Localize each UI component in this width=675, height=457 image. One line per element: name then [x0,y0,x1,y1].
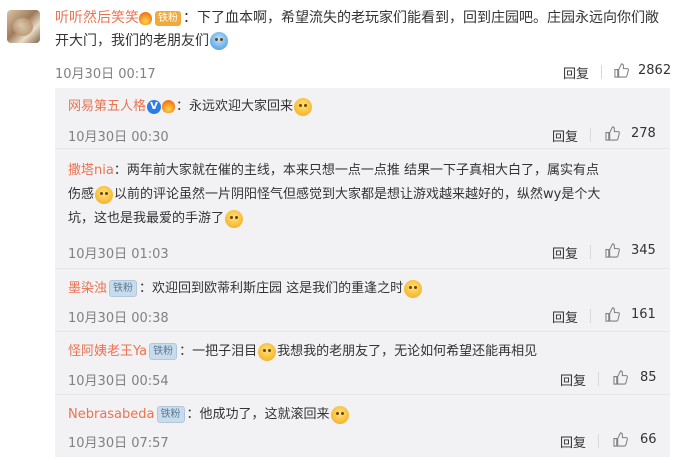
fire-badge-icon [162,100,176,113]
thumbs-up-icon[interactable] [613,432,628,447]
emoji-icon [294,97,313,116]
thumbs-up-icon[interactable] [613,370,628,385]
fire-badge-icon [139,11,152,25]
reply-text-b: 我想我的老朋友了，无论如何希望还能再相见 [277,344,538,359]
fan-badge: 铁粉 [156,406,185,423]
colon: ： [183,10,197,26]
list-item: 墨染浊 铁粉 ：欢迎回到欧蒂利斯庄园 这是我们的重逢之时 [68,277,423,301]
reply-text-line3: 坑，这也是我最爱的手游了 [68,211,225,226]
list-item: Nebrasabeda 铁粉 ：他成功了，这就滚回来 [68,403,350,427]
divider [55,268,670,269]
reply-username[interactable]: Nebrasabeda [68,407,155,422]
main-comment-body: 听听然后笑笑 铁粉 ：下了血本啊，希望流失的老玩家们能看到，回到庄园吧。庄园永远向你… [55,7,670,53]
list-item: 网易第五人格 V ：永远欢迎大家回来 [68,95,313,119]
divider [590,128,591,142]
fan-badge: 铁粉 [109,280,138,297]
emoji-icon [404,279,423,298]
reply-button[interactable]: 回复 [552,307,578,326]
reply-button[interactable]: 回复 [552,126,578,145]
divider [590,245,591,259]
colon: ： [179,344,193,359]
like-count: 278 [631,126,656,141]
divider [55,394,670,395]
thumbs-up-icon[interactable] [605,307,620,322]
reply-text: 欢迎回到欧蒂利斯庄园 这是我们的重逢之时 [152,281,404,296]
emoji-icon [95,185,114,204]
reply-date: 10月30日 00:54 [68,374,169,389]
reply-date: 10月30日 01:03 [68,247,169,262]
like-count: 66 [640,432,657,447]
like-count: 161 [631,307,656,322]
avatar[interactable] [7,10,40,43]
reply-username[interactable]: 怪阿姨老王Ya [68,344,147,359]
colon: ： [176,99,190,114]
main-comment-username[interactable]: 听听然后笑笑 [55,10,139,26]
replies-list: 网易第五人格 V ：永远欢迎大家回来 10月30日 00:30 回复 278 撒塔n… [55,88,670,457]
reply-text-line2b: 以前的评论虽然一片阴阳怪气但感觉到大家都是想让游戏越来越好的，纵然wy是个大 [114,187,601,202]
verified-icon: V [147,99,162,114]
thumbs-up-icon[interactable] [614,63,629,78]
colon: ： [186,407,200,422]
reply-date: 10月30日 00:38 [68,311,169,326]
reply-username[interactable]: 撒塔nia [68,163,114,178]
emoji-icon [225,209,244,228]
reply-date: 10月30日 07:57 [68,436,169,451]
reply-date: 10月30日 00:30 [68,130,169,145]
reply-text: 永远欢迎大家回来 [189,99,294,114]
fan-badge: 铁粉 [149,343,178,360]
reply-text: 他成功了，这就滚回来 [199,407,330,422]
reply-button[interactable]: 回复 [560,432,586,451]
reply-button[interactable]: 回复 [563,63,589,82]
divider [55,148,670,149]
reply-username[interactable]: 墨染浊 [68,281,107,296]
divider [598,434,599,448]
main-comment-date: 10月30日 00:17 [55,67,156,82]
divider [590,309,591,323]
reply-text-line1: 两年前大家就在催的主线，本来只想一点一点推 结果一下子真相大白了，属实有点 [126,163,599,178]
divider [601,65,602,79]
divider [55,331,670,332]
divider [598,372,599,386]
fan-badge: 铁粉 [155,10,181,26]
colon: ： [139,281,153,296]
reply-button[interactable]: 回复 [560,370,586,389]
thumbs-up-icon[interactable] [605,126,620,141]
emoji-icon [330,405,349,424]
reply-text-a: 一把子泪目 [192,344,258,359]
emoji-icon [258,342,277,361]
like-count: 85 [640,370,657,385]
comment-thread: 听听然后笑笑 铁粉 ：下了血本啊，希望流失的老玩家们能看到，回到庄园吧。庄园永远向你… [0,0,675,457]
reply-text-line2a: 伤感 [68,187,95,202]
colon: ： [113,163,127,178]
reply-button[interactable]: 回复 [552,243,578,262]
emoji-icon [210,32,228,50]
like-count: 2862 [638,63,672,78]
thumbs-up-icon[interactable] [605,243,620,258]
list-item: 怪阿姨老王Ya 铁粉 ：一把子泪目 我想我的老朋友了，无论如何希望还能再相见 [68,340,537,364]
like-count: 345 [631,243,656,258]
list-item: 撒塔nia：两年前大家就在催的主线，本来只想一点一点推 结果一下子真相大白了，属… [68,159,600,231]
reply-username[interactable]: 网易第五人格 [68,99,146,114]
